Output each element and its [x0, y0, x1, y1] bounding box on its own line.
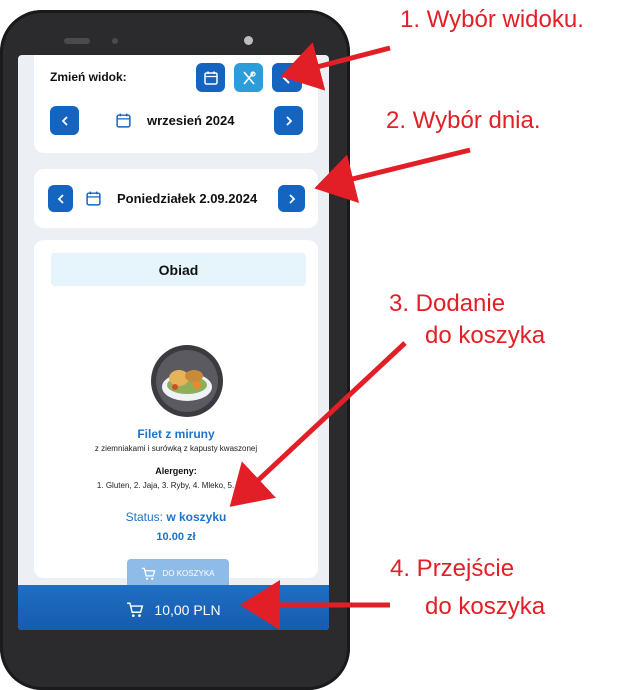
chevron-right-icon	[288, 193, 295, 204]
meal-name: Filet z miruny	[137, 427, 215, 441]
meal-view-button[interactable]	[234, 63, 263, 92]
month-prev-button[interactable]	[50, 106, 79, 135]
month-label: wrzesień 2024	[147, 113, 235, 128]
sensor-dot	[112, 38, 118, 44]
allergens-list: 1. Gluten, 2. Jaja, 3. Ryby, 4. Mleko, 5…	[96, 481, 256, 490]
annotation-step3-line1: 3. Dodanie	[389, 290, 506, 317]
annotation-step2: 2. Wybór dnia.	[386, 107, 541, 134]
status-line: Status: w koszyku	[34, 510, 318, 524]
view-month-card: Zmień widok: wrzesień 2024	[34, 55, 318, 153]
cart-icon	[127, 602, 144, 617]
calendar-view-button[interactable]	[196, 63, 225, 92]
back-view-button[interactable]	[272, 63, 302, 92]
annotation-step1: 1. Wybór widoku.	[400, 6, 584, 33]
status-label: Status:	[125, 510, 163, 524]
add-to-cart-button[interactable]: DO KOSZYKA	[127, 559, 229, 588]
meal-description: z ziemniakami i surówką z kapusty kwaszo…	[94, 444, 258, 453]
chevron-left-icon	[61, 115, 68, 126]
speaker	[64, 38, 90, 44]
calendar-icon	[116, 113, 131, 128]
annotation-step4-line1: 4. Przejście	[390, 555, 515, 582]
view-switch-label: Zmień widok:	[50, 70, 127, 84]
phone-frame: Zmień widok: wrzesień 2024 Poniedziałek …	[0, 10, 350, 690]
cart-total: 10,00 PLN	[154, 602, 221, 618]
annotation-step3-line2: do koszyka	[425, 322, 546, 349]
annotation-step4-line2: do koszyka	[425, 593, 546, 620]
allergens-title: Alergeny:	[155, 466, 197, 476]
meal-category-header: Obiad	[51, 253, 306, 286]
day-card: Poniedziałek 2.09.2024	[34, 169, 318, 228]
back-icon	[282, 71, 290, 84]
day-prev-button[interactable]	[48, 185, 73, 212]
calendar-icon	[203, 71, 218, 85]
dish-image	[151, 345, 223, 417]
cart-bar[interactable]: 10,00 PLN	[18, 585, 329, 630]
chevron-left-icon	[57, 193, 64, 204]
day-label: Poniedziałek 2.09.2024	[117, 191, 258, 206]
status-value: w koszyku	[166, 510, 227, 524]
day-next-button[interactable]	[278, 185, 305, 212]
camera	[244, 36, 253, 45]
calendar-icon	[86, 191, 101, 206]
app-screen: Zmień widok: wrzesień 2024 Poniedziałek …	[18, 55, 329, 630]
add-to-cart-label: DO KOSZYKA	[162, 569, 215, 578]
month-next-button[interactable]	[274, 106, 303, 135]
cart-icon	[142, 567, 156, 580]
meal-price: 10.00 zł	[156, 531, 196, 543]
meal-category: Obiad	[158, 261, 199, 278]
chevron-right-icon	[285, 115, 292, 126]
cutlery-icon	[242, 70, 256, 85]
